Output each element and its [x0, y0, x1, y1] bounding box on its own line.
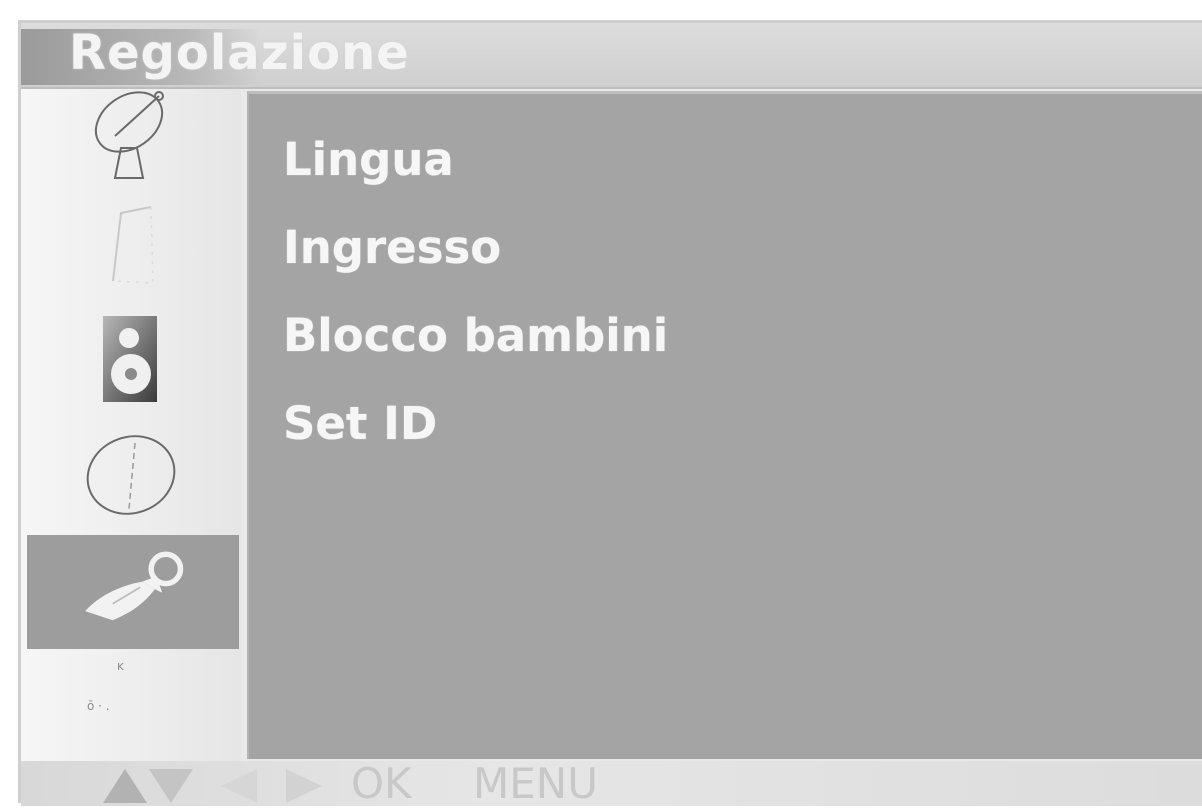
- navigation-hint-bar: OK MENU: [21, 761, 1202, 806]
- arrow-up-icon: [103, 769, 147, 803]
- submenu-panel: Lingua Ingresso Blocco bambini Set ID: [247, 91, 1202, 759]
- category-sidebar: ĸ ō · .: [21, 89, 241, 779]
- scroll-indicator-dots: ō · .: [87, 699, 110, 713]
- menu-title: Regolazione: [69, 25, 410, 81]
- menu-item-ingresso[interactable]: Ingresso: [283, 204, 668, 292]
- menu-item-set-id[interactable]: Set ID: [283, 380, 668, 468]
- menu-item-lingua[interactable]: Lingua: [283, 116, 668, 204]
- submenu-list: Lingua Ingresso Blocco bambini Set ID: [283, 116, 668, 468]
- menu-item-blocco-bambini[interactable]: Blocco bambini: [283, 292, 668, 380]
- title-bar: Regolazione: [21, 23, 1202, 89]
- scroll-indicator: ĸ: [117, 659, 124, 673]
- ok-hint: OK: [351, 759, 412, 808]
- menu-hint: MENU: [473, 759, 598, 808]
- picture-icon[interactable]: [76, 201, 186, 291]
- arrow-right-icon: [286, 769, 322, 803]
- satellite-dish-icon[interactable]: [76, 91, 186, 181]
- time-icon[interactable]: [76, 429, 186, 519]
- sound-icon[interactable]: [76, 315, 186, 405]
- setup-wrench-icon[interactable]: [76, 545, 186, 635]
- arrow-down-icon: [149, 769, 193, 803]
- osd-menu-window: Regolazione ĸ ō · . Lingua Ingresso Bloc…: [18, 20, 1202, 806]
- arrow-left-icon: [221, 769, 257, 803]
